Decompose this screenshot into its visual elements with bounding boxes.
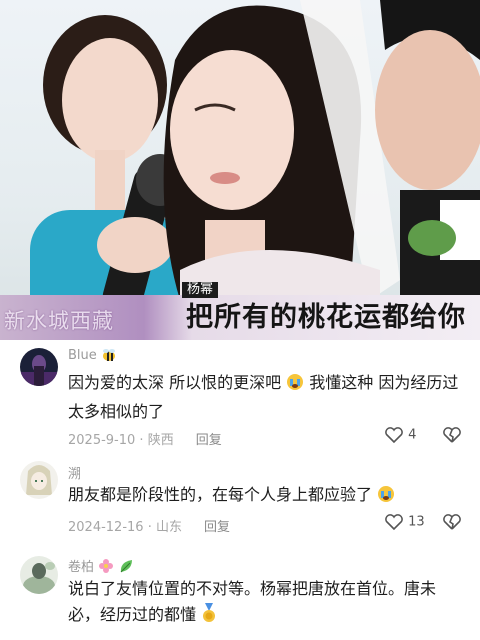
avatar[interactable] <box>20 556 58 594</box>
comment-username[interactable]: 溯 <box>68 463 81 482</box>
like-button[interactable]: 4 <box>384 426 416 444</box>
reply-button[interactable]: 回复 <box>204 520 230 535</box>
avatar[interactable] <box>20 348 58 386</box>
crying-emoji-icon <box>377 485 395 511</box>
video-frame[interactable] <box>0 0 480 340</box>
bee-icon <box>101 348 117 366</box>
comment-text: 因为爱的太深 所以恨的更深吧 我懂这种 因为经历过 太多相似的了 <box>68 373 459 421</box>
like-count: 13 <box>408 514 425 530</box>
broken-heart-icon <box>443 427 461 443</box>
comment-username[interactable]: 卷柏 <box>68 556 134 578</box>
speaker-name-tag: 杨幂 <box>182 282 219 298</box>
comment-text: 朋友都是阶段性的，在每个人身上都应验了 <box>68 482 464 511</box>
dislike-button[interactable] <box>442 426 462 448</box>
like-button[interactable]: 13 <box>384 513 425 531</box>
crying-emoji-icon <box>286 373 304 399</box>
broken-heart-icon <box>443 514 461 530</box>
comment-date: 2025-9-10 <box>68 433 136 448</box>
comment-date: 2024-12-16 <box>68 520 144 535</box>
dislike-button[interactable] <box>442 513 462 535</box>
comment-username[interactable]: Blue <box>68 348 117 366</box>
comment-item: 溯 朋友都是阶段性的，在每个人身上都应验了 2024-12-16 · 山东 回复 … <box>0 455 480 545</box>
comment-location: 山东 <box>155 520 182 535</box>
left-caption: 新水城西藏 <box>4 309 114 333</box>
comment-item: 卷柏 说白了友情位置的不对等。杨幂把唐放在首位。唐未 必，经历过的都懂 <box>0 550 480 640</box>
video-still <box>30 0 480 340</box>
like-count: 4 <box>408 427 417 443</box>
leaf-icon <box>118 558 134 578</box>
comment-meta: 2024-12-16 · 山东 回复 <box>68 520 230 535</box>
flower-icon <box>98 558 114 578</box>
comment-meta: 2025-9-10 · 陕西 回复 <box>68 433 222 448</box>
comment-location: 陕西 <box>147 433 174 448</box>
heart-icon <box>385 427 403 444</box>
heart-icon <box>385 514 403 531</box>
reply-button[interactable]: 回复 <box>196 433 222 448</box>
avatar[interactable] <box>20 461 58 499</box>
comment-text: 说白了友情位置的不对等。杨幂把唐放在首位。唐未 必，经历过的都懂 <box>68 576 464 631</box>
video-subtitle: 把所有的桃花运都给你 <box>186 302 466 333</box>
comment-item: Blue 因为爱的太深 所以恨的更深吧 我懂这种 因为经历过 太多相似的了 20… <box>0 340 480 450</box>
medal-icon <box>201 603 217 631</box>
